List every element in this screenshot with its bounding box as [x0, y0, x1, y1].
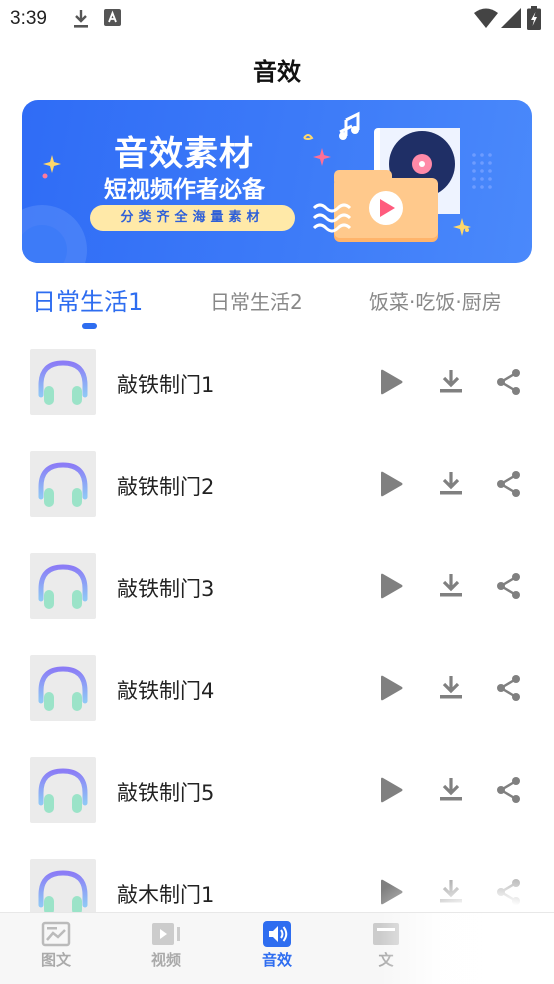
list-item[interactable]: 敲铁制门5: [0, 757, 554, 825]
image-text-icon: [41, 921, 71, 947]
sound-thumbnail: [30, 553, 96, 619]
status-bar: 3:39: [0, 0, 554, 38]
banner-illustration: [22, 111, 492, 263]
share-icon[interactable]: [494, 571, 524, 601]
nav-item-video[interactable]: 视频: [126, 921, 206, 981]
tab-daily-life-1[interactable]: 日常生活1: [32, 282, 143, 317]
sound-thumbnail: [30, 757, 96, 823]
headphones-icon: [38, 666, 88, 711]
tab-daily-life-2[interactable]: 日常生活2: [210, 286, 303, 315]
page-title: 音效: [253, 58, 301, 86]
battery-icon: [527, 6, 541, 30]
bottom-nav: 图文 视频 音效 文: [0, 912, 554, 984]
video-icon: [152, 923, 180, 945]
banner-tagline: 分类齐全海量素材: [90, 205, 295, 231]
headphones-icon: [38, 564, 88, 609]
active-tab-indicator: [82, 323, 97, 329]
sound-title: 敲铁制门5: [117, 781, 215, 805]
nav-fade-overlay: [380, 913, 554, 984]
share-icon[interactable]: [494, 775, 524, 805]
nav-item-sound-effects[interactable]: 音效: [237, 921, 317, 981]
category-tabs: 日常生活1 日常生活2 饭菜·吃饭·厨房: [0, 282, 554, 332]
play-icon[interactable]: [375, 571, 405, 601]
sound-title: 敲铁制门3: [117, 577, 215, 601]
play-icon[interactable]: [375, 775, 405, 805]
signal-icon: [501, 8, 521, 28]
headphones-icon: [38, 462, 88, 507]
nav-label: 图文: [40, 951, 71, 969]
play-icon[interactable]: [375, 673, 405, 703]
play-icon[interactable]: [375, 469, 405, 499]
promo-banner[interactable]: 音效素材 短视频作者必备 分类齐全海量素材: [22, 100, 532, 263]
sound-thumbnail: [30, 349, 96, 415]
download-icon[interactable]: [436, 571, 466, 601]
banner-subtitle: 短视频作者必备: [104, 177, 265, 203]
nav-label: 视频: [150, 951, 181, 969]
nav-item-image-text[interactable]: 图文: [16, 921, 96, 981]
download-icon[interactable]: [436, 367, 466, 397]
sound-title: 敲木制门1: [117, 883, 215, 907]
headphones-icon: [38, 360, 88, 405]
app-notification-icon: [104, 9, 121, 26]
sound-thumbnail: [30, 451, 96, 517]
wifi-icon: [474, 8, 498, 28]
sound-title: 敲铁制门1: [117, 373, 215, 397]
share-icon[interactable]: [494, 673, 524, 703]
list-item[interactable]: 敲铁制门4: [0, 655, 554, 723]
list-item[interactable]: 敲铁制门3: [0, 553, 554, 621]
status-time: 3:39: [10, 8, 47, 29]
list-item[interactable]: 敲铁制门1: [0, 349, 554, 417]
speaker-icon: [263, 921, 291, 947]
share-icon[interactable]: [494, 469, 524, 499]
download-icon[interactable]: [436, 469, 466, 499]
sound-title: 敲铁制门2: [117, 475, 215, 499]
banner-title: 音效素材: [114, 134, 254, 174]
headphones-icon: [38, 870, 88, 915]
download-icon[interactable]: [436, 775, 466, 805]
tab-food-kitchen[interactable]: 饭菜·吃饭·厨房: [369, 286, 502, 315]
play-icon[interactable]: [375, 367, 405, 397]
sound-title: 敲铁制门4: [117, 679, 215, 703]
nav-label: 音效: [261, 951, 292, 969]
download-notification-icon: [74, 10, 88, 28]
headphones-icon: [38, 768, 88, 813]
list-item[interactable]: 敲铁制门2: [0, 451, 554, 519]
download-icon[interactable]: [436, 673, 466, 703]
sound-thumbnail: [30, 655, 96, 721]
share-icon[interactable]: [494, 367, 524, 397]
